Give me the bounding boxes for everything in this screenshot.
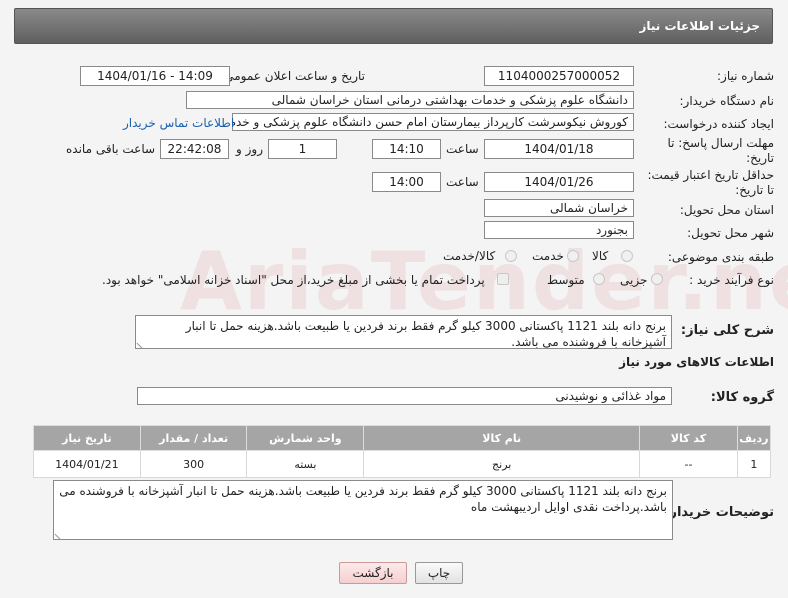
cell-unit: بسته (246, 450, 365, 478)
province-field: خراسان شمالی (484, 199, 634, 217)
goods-info-title: اطلاعات کالاهای مورد نیاز (619, 355, 774, 369)
remaining-time-field: 22:42:08 (160, 139, 229, 159)
process-option-minor: جزیی (620, 273, 648, 287)
col-unit: واحد شمارش (246, 425, 365, 451)
summary-label: شرح کلی نیاز: (680, 323, 774, 338)
buyer-notes-textarea: برنج دانه بلند 1121 پاکستانی 3000 کیلو گ… (53, 480, 673, 541)
summary-textarea: برنج دانه بلند 1121 پاکستانی 3000 کیلو گ… (135, 315, 672, 350)
category-label: طبقه بندی موضوعی: (667, 250, 774, 264)
creator-field: کوروش نیکوسرشت کارپرداز بیمارستان امام ح… (232, 113, 634, 131)
category-radio-goods[interactable] (621, 250, 633, 262)
resize-handle[interactable] (136, 336, 149, 350)
cell-date: 1404/01/21 (33, 450, 141, 478)
cell-row: 1 (736, 450, 772, 478)
summary-text: برنج دانه بلند 1121 پاکستانی 3000 کیلو گ… (185, 319, 666, 349)
deadline-label-date: تاریخ: (746, 151, 774, 165)
cell-name: برنج (363, 450, 641, 478)
col-name: نام کالا (363, 425, 641, 451)
payment-note: پرداخت تمام یا بخشی از مبلغ خرید،از محل … (102, 273, 485, 287)
print-button[interactable]: چاپ (415, 562, 463, 584)
group-field: مواد غذائی و نوشیدنی (137, 387, 672, 405)
announce-label: تاریخ و ساعت اعلان عمومی: (220, 69, 365, 83)
col-date: تاریخ نیاز (33, 425, 141, 451)
deadline-label: مهلت ارسال پاسخ: تا (667, 136, 774, 150)
deadline-date-field: 1404/01/18 (484, 139, 634, 159)
process-radio-medium[interactable] (593, 273, 605, 285)
buyer-notes-text: برنج دانه بلند 1121 پاکستانی 3000 کیلو گ… (59, 484, 667, 514)
days-label: روز و (236, 142, 263, 156)
need-number-label: شماره نیاز: (717, 69, 774, 83)
process-radio-minor[interactable] (651, 273, 663, 285)
group-label: گروه کالا: (710, 390, 774, 405)
province-label: استان محل تحویل: (679, 203, 774, 217)
city-label: شهر محل تحویل: (687, 226, 774, 240)
validity-date-field: 1404/01/26 (484, 172, 634, 192)
need-number-field: 1104000257000052 (484, 66, 634, 86)
deadline-time-field: 14:10 (372, 139, 441, 159)
validity-time-field: 14:00 (372, 172, 441, 192)
category-option-both: کالا/خدمت (443, 249, 496, 263)
items-table: ردیف کد کالا نام کالا واحد شمارش تعداد /… (33, 425, 772, 478)
deadline-time-label: ساعت (446, 142, 479, 156)
table-header-row: ردیف کد کالا نام کالا واحد شمارش تعداد /… (33, 425, 772, 451)
validity-label: حداقل تاریخ اعتبار قیمت: (647, 168, 774, 182)
validity-time-label: ساعت (446, 175, 479, 189)
creator-label: ایجاد کننده درخواست: (663, 117, 774, 131)
buyer-notes-label: توضیحات خریدار: (664, 505, 774, 520)
validity-label-date: تا تاریخ: (735, 183, 774, 197)
category-option-goods: کالا (592, 249, 609, 263)
category-option-service: خدمت (532, 249, 564, 263)
city-field: بجنورد (484, 221, 634, 239)
days-field: 1 (268, 139, 337, 159)
category-radio-both[interactable] (505, 250, 517, 262)
category-radio-service[interactable] (567, 250, 579, 262)
process-option-medium: متوسط (547, 273, 585, 287)
page-title: جزئیات اطلاعات نیاز (639, 19, 760, 33)
col-row: ردیف (736, 425, 772, 451)
col-quantity: تعداد / مقدار (139, 425, 248, 451)
resize-handle[interactable] (54, 527, 67, 541)
buyer-org-label: نام دستگاه خریدار: (679, 94, 775, 108)
remaining-label: ساعت باقی مانده (66, 142, 156, 156)
cell-code: -- (639, 450, 738, 478)
back-button[interactable]: بازگشت (339, 562, 407, 584)
page-header: جزئیات اطلاعات نیاز (14, 8, 773, 44)
cell-quantity: 300 (139, 450, 248, 478)
table-row: 1 -- برنج بسته 300 1404/01/21 (33, 450, 772, 478)
buyer-org-field: دانشگاه علوم پزشکی و خدمات بهداشتی درمان… (186, 91, 634, 109)
process-label: نوع فرآیند خرید : (689, 273, 774, 287)
buyer-contact-link[interactable]: اطلاعات تماس خریدار (123, 116, 234, 130)
treasury-checkbox[interactable] (497, 273, 509, 285)
col-code: کد کالا (639, 425, 738, 451)
announce-field: 1404/01/16 - 14:09 (80, 66, 230, 86)
